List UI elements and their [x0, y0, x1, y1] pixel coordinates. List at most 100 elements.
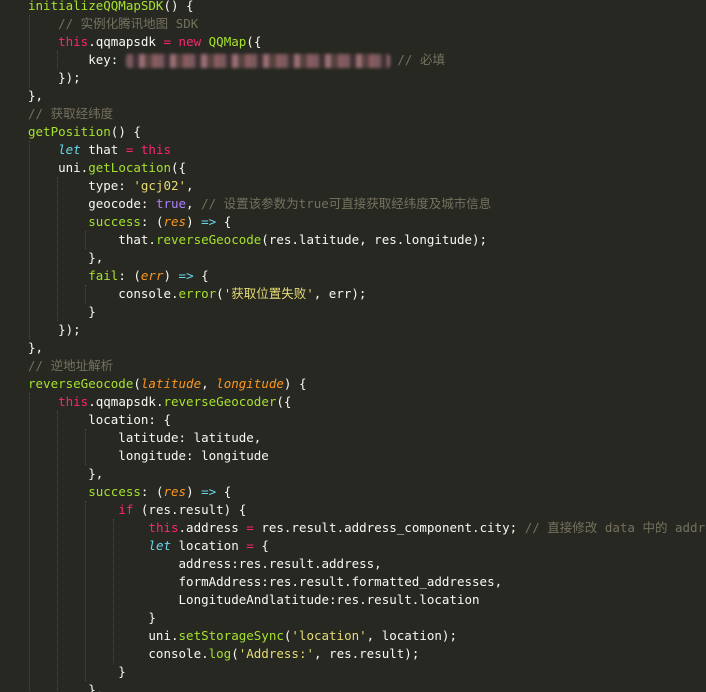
function-token: setStorageSync	[178, 628, 284, 643]
code-line[interactable]: reverseGeocode(latitude, longitude) {	[28, 375, 306, 393]
code-text: )	[186, 214, 202, 229]
code-line[interactable]: getPosition() {	[28, 123, 141, 141]
function-token: reverseGeocode	[155, 232, 262, 247]
code-line[interactable]: }	[28, 303, 96, 321]
code-text: {	[216, 484, 232, 499]
code-line[interactable]: uni.getLocation({	[28, 159, 186, 177]
code-line[interactable]: },	[28, 681, 103, 692]
code-text: }	[28, 304, 96, 319]
function-token: initializeQQMapSDK	[28, 0, 164, 13]
code-text: },	[28, 340, 44, 355]
code-text: that	[80, 142, 126, 157]
code-line[interactable]: fail: (err) => {	[28, 267, 208, 285]
boolean-token: true	[155, 196, 187, 211]
string-token: '获取位置失败'	[223, 286, 314, 301]
function-token: success	[88, 484, 141, 499]
parameter-token: res	[163, 484, 187, 499]
code-line[interactable]: // 实例化腾讯地图 SDK	[28, 15, 198, 33]
keyword-token: this	[58, 34, 89, 49]
function-token: error	[178, 286, 217, 301]
code-text: that.	[28, 232, 156, 247]
code-line[interactable]: // 逆地址解析	[28, 357, 113, 375]
code-text: (res.result) {	[133, 502, 247, 517]
code-text: uni.	[28, 628, 179, 643]
code-text: }	[28, 664, 126, 679]
storage-token: let	[148, 538, 171, 553]
code-line[interactable]: uni.setStorageSync('location', location)…	[28, 627, 457, 645]
code-line[interactable]: formAddress:res.result.formatted_address…	[28, 573, 503, 591]
code-line[interactable]: geocode: true, // 设置该参数为true可直接获取经纬度及城市信…	[28, 195, 491, 213]
code-line[interactable]: longitude: longitude	[28, 447, 269, 465]
code-line[interactable]: success: (res) => {	[28, 483, 231, 501]
code-line[interactable]: this.qqmapsdk.reverseGeocoder({	[28, 393, 291, 411]
code-line[interactable]: let that = this	[28, 141, 171, 159]
code-line[interactable]: key: // 必填	[28, 51, 445, 69]
comment-token: // 直接修改 data 中的 address	[524, 520, 706, 535]
code-text: });	[28, 322, 81, 337]
storage-token: let	[58, 142, 81, 157]
code-text: (res.latitude, res.longitude);	[261, 232, 488, 247]
comment-token: // 必填	[397, 52, 445, 67]
code-text: ({	[246, 34, 262, 49]
code-line[interactable]: }	[28, 609, 156, 627]
code-text: ({	[276, 394, 292, 409]
code-line[interactable]: },	[28, 87, 43, 105]
code-line[interactable]: location: {	[28, 411, 171, 429]
code-line[interactable]: let location = {	[28, 537, 268, 555]
code-line[interactable]: address:res.result.address,	[28, 555, 382, 573]
code-line[interactable]: this.address = res.result.address_compon…	[28, 519, 706, 537]
code-text: type:	[28, 178, 134, 193]
code-line[interactable]: type: 'gcj02',	[28, 177, 193, 195]
code-text: address:res.result.address,	[28, 556, 382, 571]
code-text: , res.result);	[314, 646, 420, 661]
code-line[interactable]: // 获取经纬度	[28, 105, 113, 123]
code-line[interactable]: this.qqmapsdk = new QQMap({	[28, 33, 261, 51]
function-token: QQMap	[208, 34, 247, 49]
keyword-token: this	[148, 520, 179, 535]
code-line[interactable]: console.error('获取位置失败', err);	[28, 285, 366, 303]
code-text: )	[163, 268, 179, 283]
storage-token: =>	[201, 214, 217, 229]
code-line[interactable]: LongitudeAndlatitude:res.result.location	[28, 591, 480, 609]
code-line[interactable]: if (res.result) {	[28, 501, 246, 519]
code-text: });	[28, 70, 81, 85]
code-line[interactable]: },	[28, 465, 103, 483]
code-line[interactable]: });	[28, 69, 81, 87]
code-line[interactable]: },	[28, 249, 103, 267]
code-line[interactable]: },	[28, 339, 43, 357]
keyword-token: new	[178, 34, 202, 49]
storage-token: =>	[201, 484, 217, 499]
code-line[interactable]: });	[28, 321, 81, 339]
code-line[interactable]: success: (res) => {	[28, 213, 231, 231]
code-text: (	[216, 286, 224, 301]
code-text: console.	[28, 286, 179, 301]
function-token: reverseGeocoder	[163, 394, 277, 409]
comment-token: // 实例化腾讯地图 SDK	[58, 16, 199, 31]
code-line[interactable]: }	[28, 663, 126, 681]
comment-token: // 设置该参数为true可直接获取经纬度及城市信息	[201, 196, 492, 211]
code-line[interactable]: initializeQQMapSDK() {	[28, 0, 194, 15]
code-line[interactable]: latitude: latitude,	[28, 429, 261, 447]
code-text: ({	[171, 160, 187, 175]
keyword-token: this	[58, 394, 89, 409]
code-text: latitude: latitude,	[28, 430, 262, 445]
code-text: location: {	[28, 412, 171, 427]
code-text: },	[28, 250, 104, 265]
keyword-token: =	[163, 34, 172, 49]
code-text: },	[28, 88, 44, 103]
code-line[interactable]: that.reverseGeocode(res.latitude, res.lo…	[28, 231, 487, 249]
code-editor[interactable]: initializeQQMapSDK() { // 实例化腾讯地图 SDK th…	[0, 0, 706, 692]
code-text: res.result.address_component.city;	[253, 520, 525, 535]
string-token: 'location'	[291, 628, 367, 643]
code-line[interactable]: console.log('Address:', res.result);	[28, 645, 419, 663]
code-text: : (	[140, 484, 164, 499]
code-text: },	[28, 682, 104, 692]
